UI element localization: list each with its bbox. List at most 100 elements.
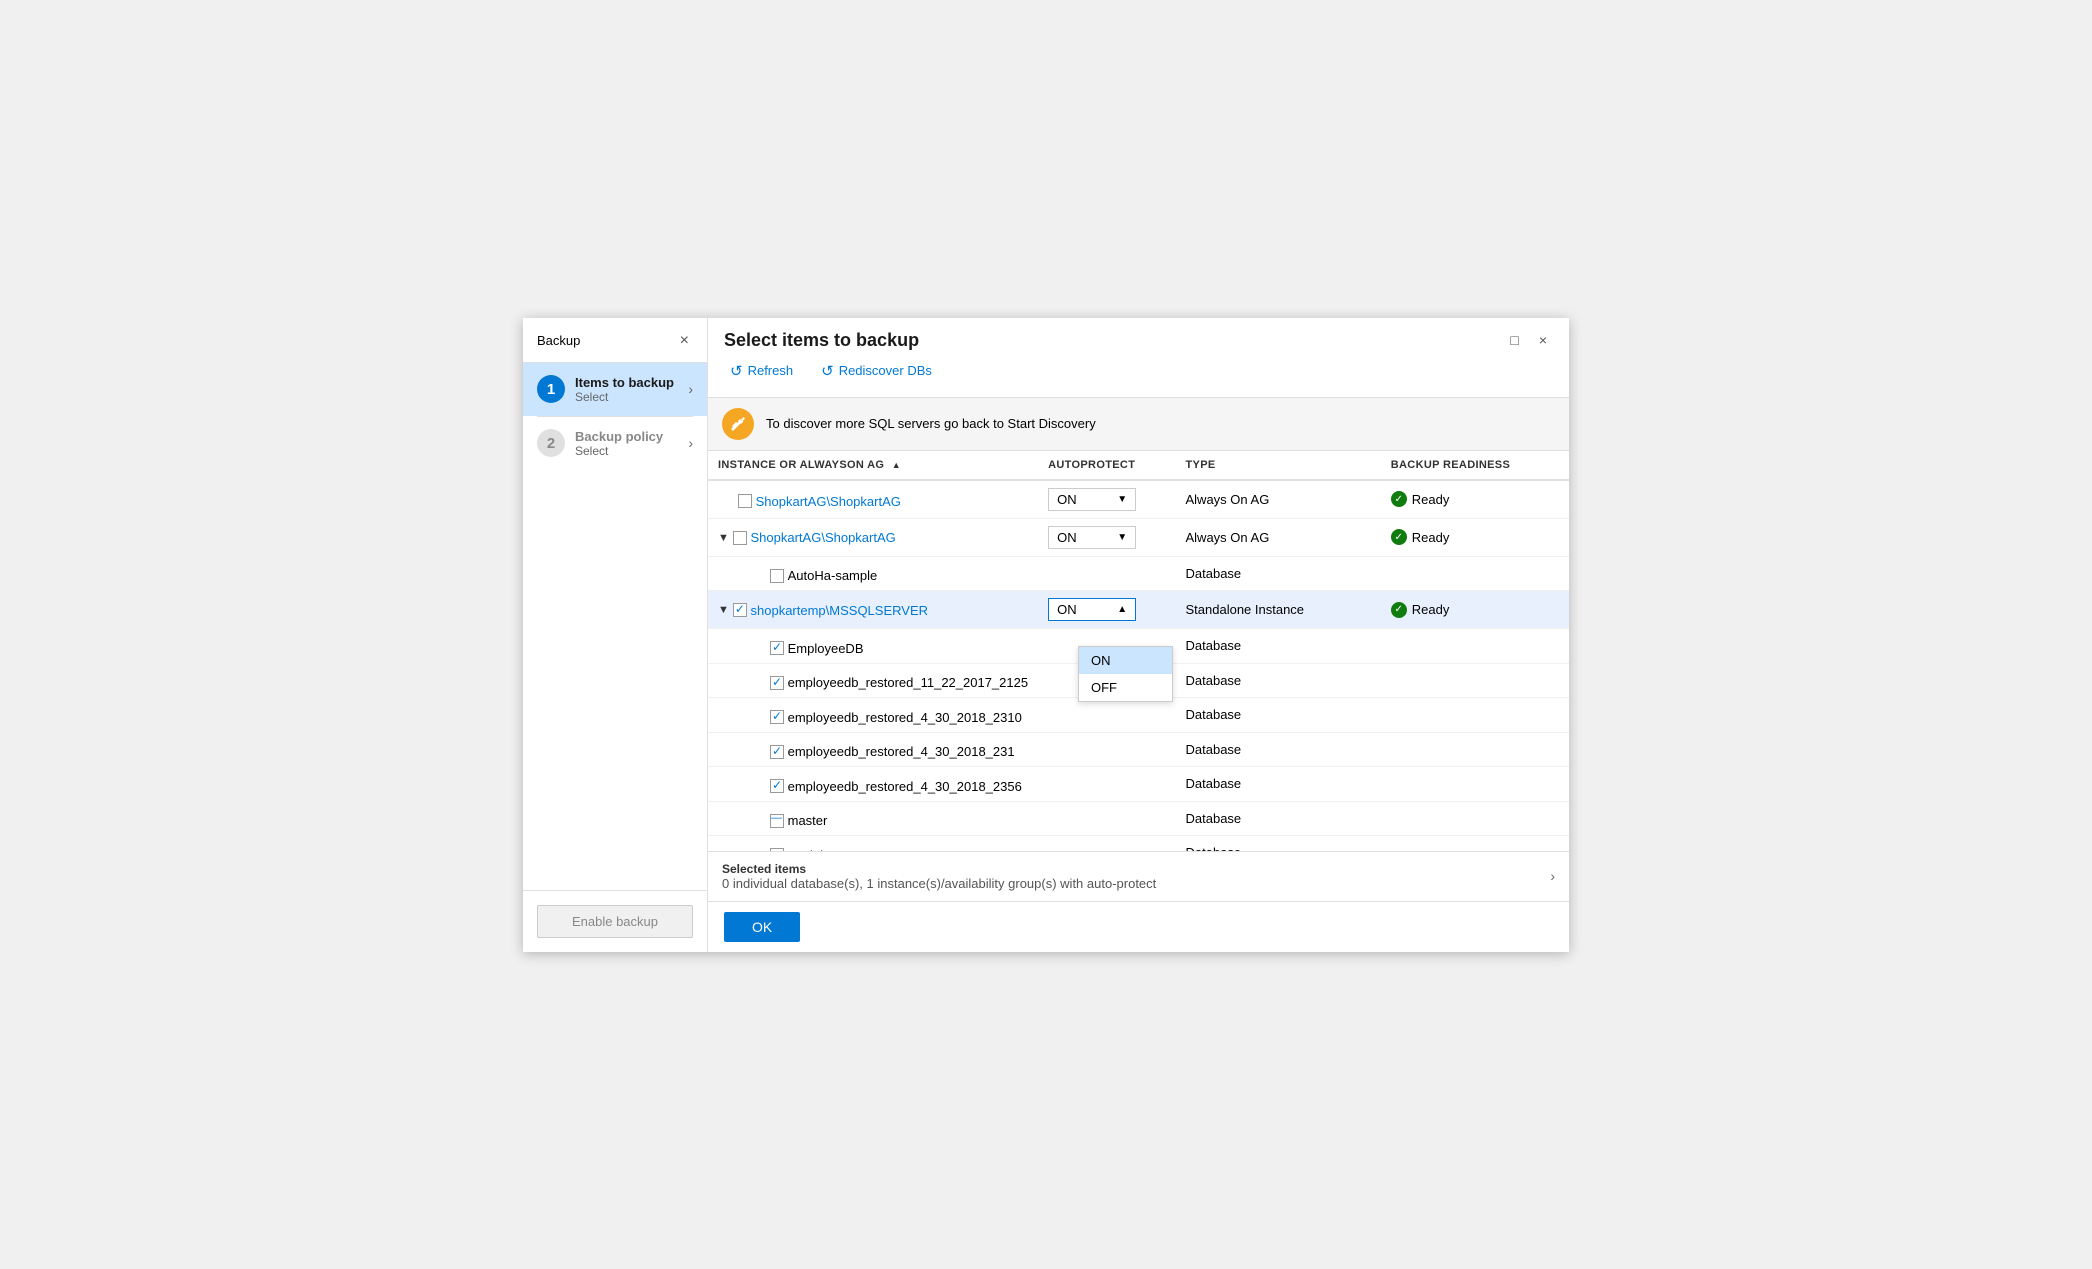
refresh-label: Refresh — [748, 363, 794, 378]
dropdown-arrow-icon: ▼ — [1117, 494, 1127, 505]
table-row: master Database — [708, 801, 1569, 836]
info-text: To discover more SQL servers go back to … — [766, 416, 1096, 431]
row-checkbox[interactable] — [770, 569, 784, 583]
step-1-item[interactable]: 1 Items to backup Select › — [523, 363, 707, 416]
readiness-cell: Ready — [1381, 518, 1569, 556]
info-banner: To discover more SQL servers go back to … — [708, 398, 1569, 451]
rediscover-icon: ↺ — [821, 362, 834, 380]
instance-name: employeedb_restored_4_30_2018_2310 — [788, 710, 1022, 725]
autoprotect-select[interactable]: ON▼ — [1048, 526, 1136, 549]
row-checkbox[interactable] — [770, 848, 784, 851]
type-cell: Always On AG — [1176, 480, 1381, 519]
rediscover-button[interactable]: ↺ Rediscover DBs — [815, 359, 938, 383]
autoprotect-cell: ON▼ — [1038, 518, 1175, 556]
selected-items-title: Selected items — [722, 862, 1156, 876]
left-footer: Enable backup — [523, 890, 707, 952]
footer-arrow-icon: › — [1550, 868, 1555, 884]
ready-badge: Ready — [1391, 602, 1559, 618]
step-2-arrow: › — [688, 435, 693, 451]
ok-bar: OK — [708, 901, 1569, 952]
step-2-sublabel: Select — [575, 444, 688, 458]
col-instance-label: INSTANCE OR ALWAYSON AG — [718, 459, 884, 471]
autoprotect-dropdown: ON OFF — [1078, 646, 1173, 702]
autoprotect-cell: ON▼ — [1038, 480, 1175, 519]
selected-items-desc: 0 individual database(s), 1 instance(s)/… — [722, 876, 1156, 891]
type-cell: Standalone Instance — [1176, 591, 1381, 629]
row-checkbox[interactable] — [770, 814, 784, 828]
type-cell: Database — [1176, 732, 1381, 767]
type-cell: Always On AG — [1176, 518, 1381, 556]
step-1-number: 1 — [537, 375, 565, 403]
row-checkbox[interactable] — [770, 676, 784, 690]
table-row: employeedb_restored_4_30_2018_231 Databas… — [708, 732, 1569, 767]
col-type-label: TYPE — [1186, 459, 1216, 471]
rediscover-label: Rediscover DBs — [839, 363, 932, 378]
dropdown-option-on[interactable]: ON — [1079, 647, 1172, 674]
expand-btn[interactable]: ▼ — [718, 604, 729, 616]
row-checkbox[interactable] — [770, 710, 784, 724]
instance-cell: model — [708, 836, 1038, 851]
ready-dot — [1391, 529, 1407, 545]
type-cell: Database — [1176, 629, 1381, 664]
step-1-arrow: › — [688, 381, 693, 397]
step-1-sublabel: Select — [575, 390, 688, 404]
type-cell: Database — [1176, 663, 1381, 698]
readiness-cell — [1381, 767, 1569, 802]
instance-name: employeedb_restored_11_22_2017_2125 — [788, 675, 1028, 690]
dropdown-arrow-icon: ▼ — [1117, 532, 1127, 543]
right-close-button[interactable]: × — [1533, 330, 1553, 350]
readiness-cell — [1381, 556, 1569, 591]
expand-btn[interactable]: ▼ — [718, 532, 729, 544]
instance-link[interactable]: ShopkartAG\ShopkartAG — [751, 530, 896, 545]
autoprotect-cell — [1038, 698, 1175, 733]
col-instance-header[interactable]: INSTANCE OR ALWAYSON AG ▲ — [708, 451, 1038, 480]
left-header: Backup × — [523, 318, 707, 363]
instance-link[interactable]: ShopkartAG\ShopkartAG — [756, 494, 901, 509]
enable-backup-button[interactable]: Enable backup — [537, 905, 693, 938]
row-checkbox[interactable] — [770, 641, 784, 655]
toolbar: ↺ Refresh ↺ Rediscover DBs — [724, 351, 1553, 387]
table-row: employeedb_restored_4_30_2018_2310 Databa… — [708, 698, 1569, 733]
dropdown-option-off[interactable]: OFF — [1079, 674, 1172, 701]
type-cell: Database — [1176, 801, 1381, 836]
readiness-cell: Ready — [1381, 591, 1569, 629]
autoprotect-cell — [1038, 732, 1175, 767]
row-checkbox[interactable] — [770, 779, 784, 793]
readiness-cell — [1381, 663, 1569, 698]
readiness-cell — [1381, 801, 1569, 836]
instance-cell: master — [708, 801, 1038, 836]
table-row: employeedb_restored_4_30_2018_2356Databa… — [708, 767, 1569, 802]
ready-badge: Ready — [1391, 491, 1559, 507]
ready-label: Ready — [1412, 530, 1450, 545]
left-close-button[interactable]: × — [676, 330, 693, 352]
autoprotect-select[interactable]: ON▲ — [1048, 598, 1136, 621]
ready-label: Ready — [1412, 602, 1450, 617]
readiness-cell — [1381, 698, 1569, 733]
col-readiness-label: BACKUP READINESS — [1391, 459, 1510, 471]
step-2-number: 2 — [537, 429, 565, 457]
refresh-icon: ↺ — [730, 362, 743, 380]
step-2-item[interactable]: 2 Backup policy Select › — [523, 417, 707, 470]
row-checkbox[interactable] — [733, 603, 747, 617]
instance-name: master — [788, 813, 828, 828]
autoprotect-select[interactable]: ON▼ — [1048, 488, 1136, 511]
type-cell: Database — [1176, 698, 1381, 733]
table-row: AutoHa-sampleDatabase — [708, 556, 1569, 591]
instance-cell: ShopkartAG\ShopkartAG — [708, 480, 1038, 519]
instance-cell: employeedb_restored_4_30_2018_231 — [708, 732, 1038, 767]
ok-button[interactable]: OK — [724, 912, 800, 942]
instance-name: EmployeeDB — [788, 641, 864, 656]
instance-link[interactable]: shopkartemp\MSSQLSERVER — [751, 603, 929, 618]
table-container[interactable]: INSTANCE OR ALWAYSON AG ▲ AUTOPROTECT TY… — [708, 451, 1569, 851]
maximize-button[interactable]: □ — [1504, 330, 1524, 350]
dropdown-arrow-icon: ▲ — [1117, 604, 1127, 615]
row-checkbox[interactable] — [770, 745, 784, 759]
row-checkbox[interactable] — [733, 531, 747, 545]
info-icon — [722, 408, 754, 440]
row-checkbox[interactable] — [738, 494, 752, 508]
refresh-button[interactable]: ↺ Refresh — [724, 359, 799, 383]
instance-name: employeedb_restored_4_30_2018_231 — [788, 744, 1015, 759]
col-type-header: TYPE — [1176, 451, 1381, 480]
readiness-cell — [1381, 629, 1569, 664]
autoprotect-cell — [1038, 767, 1175, 802]
